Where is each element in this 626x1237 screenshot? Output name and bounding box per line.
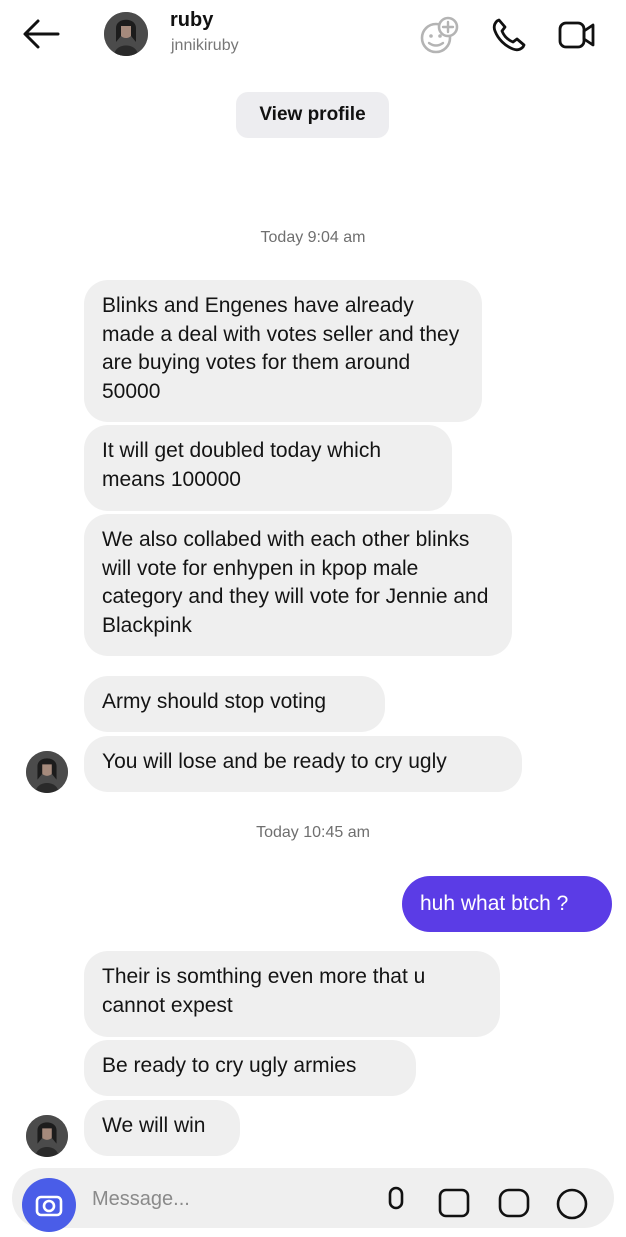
sticker-icon — [498, 1188, 530, 1218]
profile-photo — [26, 1115, 68, 1157]
gallery-button[interactable] — [434, 1182, 474, 1222]
received-message[interactable]: Their is somthing even more that u canno… — [84, 951, 500, 1037]
timestamp: Today 10:45 am — [256, 824, 370, 841]
plus-circle-icon — [556, 1188, 588, 1220]
view-profile-button[interactable]: View profile — [236, 92, 389, 138]
received-message[interactable]: We also collabed with each other blinks … — [84, 514, 512, 656]
profile-photo — [104, 12, 148, 56]
timestamp: Today 9:04 am — [260, 229, 366, 246]
received-message[interactable]: You will lose and be ready to cry ugly — [84, 736, 522, 792]
received-message[interactable]: Army should stop voting — [84, 676, 385, 732]
arrow-left-icon — [23, 19, 60, 49]
sent-message[interactable]: huh what btch ? — [402, 876, 612, 932]
sender-avatar[interactable] — [26, 1115, 68, 1157]
call-button[interactable] — [488, 14, 530, 56]
camera-button[interactable] — [22, 1178, 76, 1232]
sticker-button[interactable] — [494, 1182, 534, 1222]
effects-button[interactable] — [418, 14, 460, 56]
back-button[interactable] — [18, 16, 62, 52]
gallery-icon — [438, 1188, 470, 1218]
video-camera-icon — [558, 21, 595, 49]
microphone-icon — [388, 1186, 404, 1210]
sender-avatar[interactable] — [26, 751, 68, 793]
received-message[interactable]: Be ready to cry ugly armies — [84, 1040, 416, 1096]
header-avatar[interactable] — [104, 12, 148, 56]
received-message[interactable]: It will get doubled today which means 10… — [84, 425, 452, 511]
received-message[interactable]: We will win — [84, 1100, 240, 1156]
contact-name[interactable]: ruby — [170, 9, 213, 32]
received-message[interactable]: Blinks and Engenes have already made a d… — [84, 280, 482, 422]
phone-icon — [492, 18, 526, 52]
camera-icon — [35, 1195, 63, 1217]
profile-photo — [26, 751, 68, 793]
add-button[interactable] — [552, 1182, 592, 1222]
sticker-face-icon — [420, 16, 459, 54]
microphone-button[interactable] — [376, 1182, 416, 1222]
video-call-button[interactable] — [556, 14, 598, 56]
contact-username: jnnikiruby — [171, 37, 239, 54]
